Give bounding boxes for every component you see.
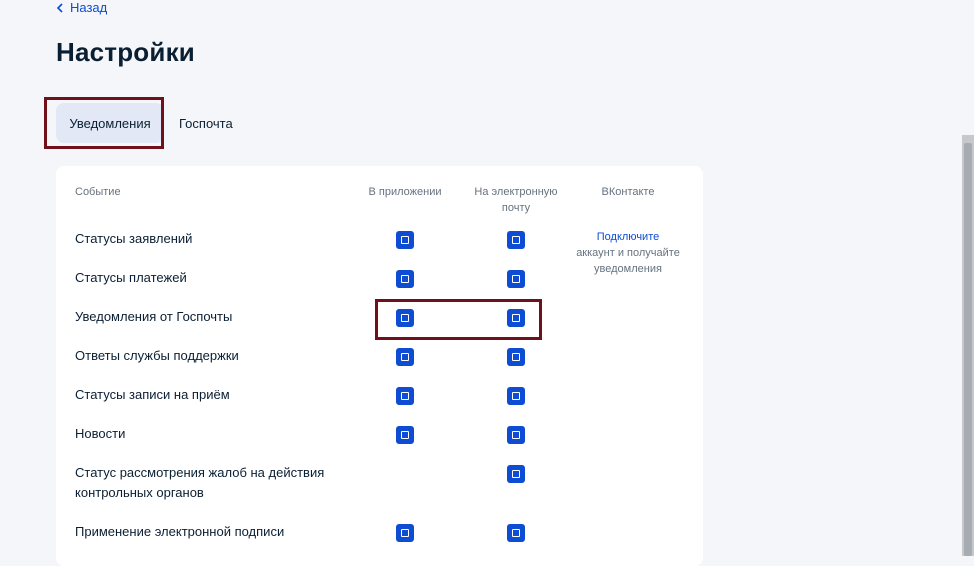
checkbox-email-application-status[interactable] <box>507 231 525 249</box>
checkbox-email-news[interactable] <box>507 426 525 444</box>
row-label-e-signature: Применение электронной подписи <box>75 524 285 539</box>
row-label-complaints-line1: Статус рассмотрения жалоб на действия <box>75 465 325 480</box>
row-label-news: Новости <box>75 426 126 441</box>
vk-connect-text-line3: уведомления <box>594 263 662 275</box>
back-link[interactable]: Назад <box>56 0 107 15</box>
row-label-support-answers: Ответы службы поддержки <box>75 348 239 363</box>
column-header-app: В приложении <box>368 186 442 198</box>
scrollbar-thumb[interactable] <box>964 143 972 556</box>
vk-connect-prompt: Подключите аккаунт и получайте уведомлен… <box>568 229 688 277</box>
row-label-appointment-status: Статусы записи на приём <box>75 387 230 402</box>
checkbox-app-e-signature[interactable] <box>396 524 414 542</box>
row-label-complaints: Статус рассмотрения жалоб на действия ко… <box>75 463 324 503</box>
tab-gospochta[interactable]: Госпочта <box>164 103 247 143</box>
highlight-box-checkboxes <box>375 299 542 340</box>
page-title: Настройки <box>56 37 195 67</box>
checkbox-email-payment-status[interactable] <box>507 270 525 288</box>
row-label-gospochta: Уведомления от Госпочты <box>75 309 233 324</box>
column-header-email: На электронную почту <box>466 184 566 216</box>
row-label-application-status: Статусы заявлений <box>75 231 193 246</box>
vk-connect-text-line2: аккаунт и получайте <box>576 247 680 259</box>
vk-connect-link[interactable]: Подключите <box>568 229 688 245</box>
notifications-card <box>56 166 703 566</box>
checkbox-app-appointment-status[interactable] <box>396 387 414 405</box>
column-header-vk: ВКонтакте <box>601 186 655 198</box>
row-label-complaints-line2: контрольных органов <box>75 485 204 500</box>
column-header-event: Событие <box>75 186 121 198</box>
checkbox-app-payment-status[interactable] <box>396 270 414 288</box>
checkbox-app-support-answers[interactable] <box>396 348 414 366</box>
column-header-email-line1: На электронную <box>474 186 558 198</box>
row-label-payment-status: Статусы платежей <box>75 270 187 285</box>
highlight-box-tab <box>44 97 164 149</box>
checkbox-email-appointment-status[interactable] <box>507 387 525 405</box>
back-label: Назад <box>70 0 108 15</box>
checkbox-email-complaints[interactable] <box>507 465 525 483</box>
checkbox-app-news[interactable] <box>396 426 414 444</box>
checkbox-email-support-answers[interactable] <box>507 348 525 366</box>
checkbox-app-application-status[interactable] <box>396 231 414 249</box>
column-header-email-line2: почту <box>501 202 531 214</box>
chevron-left-icon <box>56 2 64 13</box>
checkbox-email-e-signature[interactable] <box>507 524 525 542</box>
